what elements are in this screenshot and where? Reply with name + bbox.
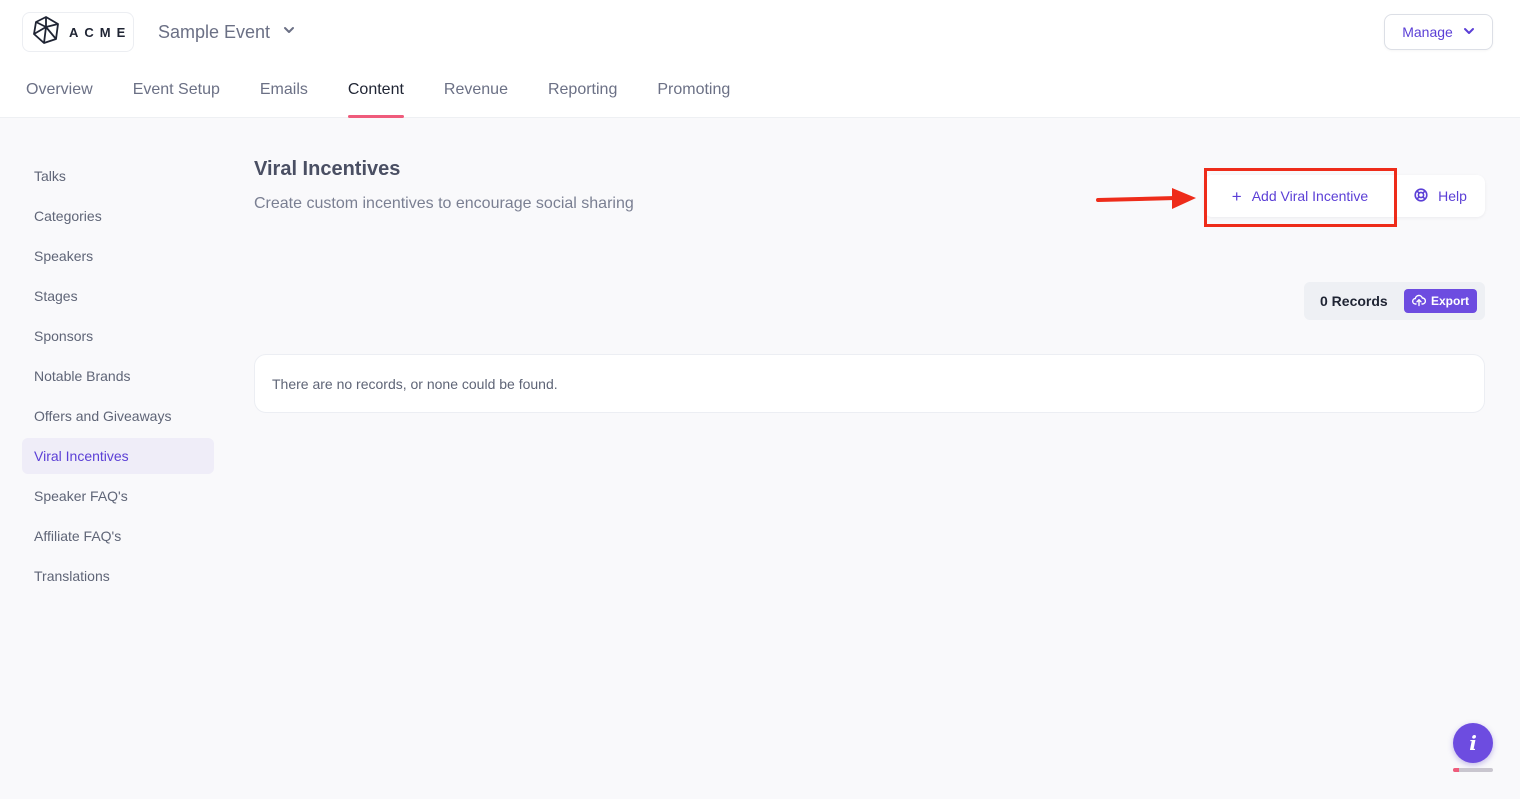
tab-revenue[interactable]: Revenue — [444, 76, 508, 118]
tab-overview[interactable]: Overview — [26, 76, 93, 118]
sidebar-item-offers-and-giveaways[interactable]: Offers and Giveaways — [22, 398, 214, 434]
export-button[interactable]: Export — [1403, 289, 1477, 313]
info-progress-bar — [1453, 768, 1493, 772]
sidebar-item-sponsors[interactable]: Sponsors — [22, 318, 214, 354]
empty-state-message: There are no records, or none could be f… — [272, 375, 558, 392]
lifebuoy-icon — [1414, 187, 1428, 205]
page-actions: + Add Viral Incentive Help — [1204, 175, 1485, 217]
records-toolbar: 0 Records Export — [1304, 282, 1485, 320]
annotation-arrow-icon — [1096, 188, 1196, 209]
chevron-down-icon — [282, 23, 296, 42]
sidebar-item-categories[interactable]: Categories — [22, 198, 214, 234]
plus-icon: + — [1231, 186, 1242, 206]
info-help-button[interactable]: i — [1453, 723, 1493, 763]
content-sidebar: Talks Categories Speakers Stages Sponsor… — [22, 158, 214, 598]
top-header: ACME Sample Event Manage Overview Event … — [0, 0, 1520, 118]
empty-state-card: There are no records, or none could be f… — [254, 354, 1485, 413]
sidebar-item-stages[interactable]: Stages — [22, 278, 214, 314]
tab-reporting[interactable]: Reporting — [548, 76, 617, 118]
manage-dropdown-button[interactable]: Manage — [1384, 14, 1493, 50]
page-subtitle: Create custom incentives to encourage so… — [254, 195, 634, 212]
event-name: Sample Event — [158, 21, 271, 42]
sidebar-item-notable-brands[interactable]: Notable Brands — [22, 358, 214, 394]
tab-event-setup[interactable]: Event Setup — [133, 76, 220, 118]
sidebar-item-affiliate-faqs[interactable]: Affiliate FAQ's — [22, 518, 214, 554]
sidebar-item-speakers[interactable]: Speakers — [22, 238, 214, 274]
brand-logo[interactable]: ACME — [22, 12, 134, 52]
records-count: 0 Records — [1320, 293, 1388, 309]
sidebar-item-translations[interactable]: Translations — [22, 558, 214, 594]
add-viral-incentive-button[interactable]: + Add Viral Incentive — [1204, 175, 1396, 217]
cloud-upload-icon — [1412, 293, 1427, 310]
sidebar-item-talks[interactable]: Talks — [22, 158, 214, 194]
sidebar-item-viral-incentives[interactable]: Viral Incentives — [22, 438, 214, 474]
page-title: Viral Incentives — [254, 158, 401, 180]
main-tabs: Overview Event Setup Emails Content Reve… — [26, 76, 770, 118]
info-progress-fill — [1453, 768, 1459, 772]
help-label: Help — [1438, 188, 1467, 204]
help-button[interactable]: Help — [1396, 175, 1485, 217]
tab-content[interactable]: Content — [347, 76, 404, 118]
info-icon: i — [1469, 731, 1477, 755]
chevron-down-icon — [1463, 24, 1475, 40]
export-label: Export — [1430, 294, 1469, 308]
app-root: ACME Sample Event Manage Overview Event … — [0, 0, 1520, 799]
brand-wordmark: ACME — [69, 24, 132, 40]
sidebar-item-speaker-faqs[interactable]: Speaker FAQ's — [22, 478, 214, 514]
manage-label: Manage — [1402, 24, 1453, 40]
tab-emails[interactable]: Emails — [260, 76, 308, 118]
add-viral-incentive-label: Add Viral Incentive — [1251, 188, 1369, 204]
event-switcher[interactable]: Sample Event — [158, 18, 296, 46]
polyhedron-logo-icon — [31, 15, 61, 50]
tab-promoting[interactable]: Promoting — [657, 76, 730, 118]
